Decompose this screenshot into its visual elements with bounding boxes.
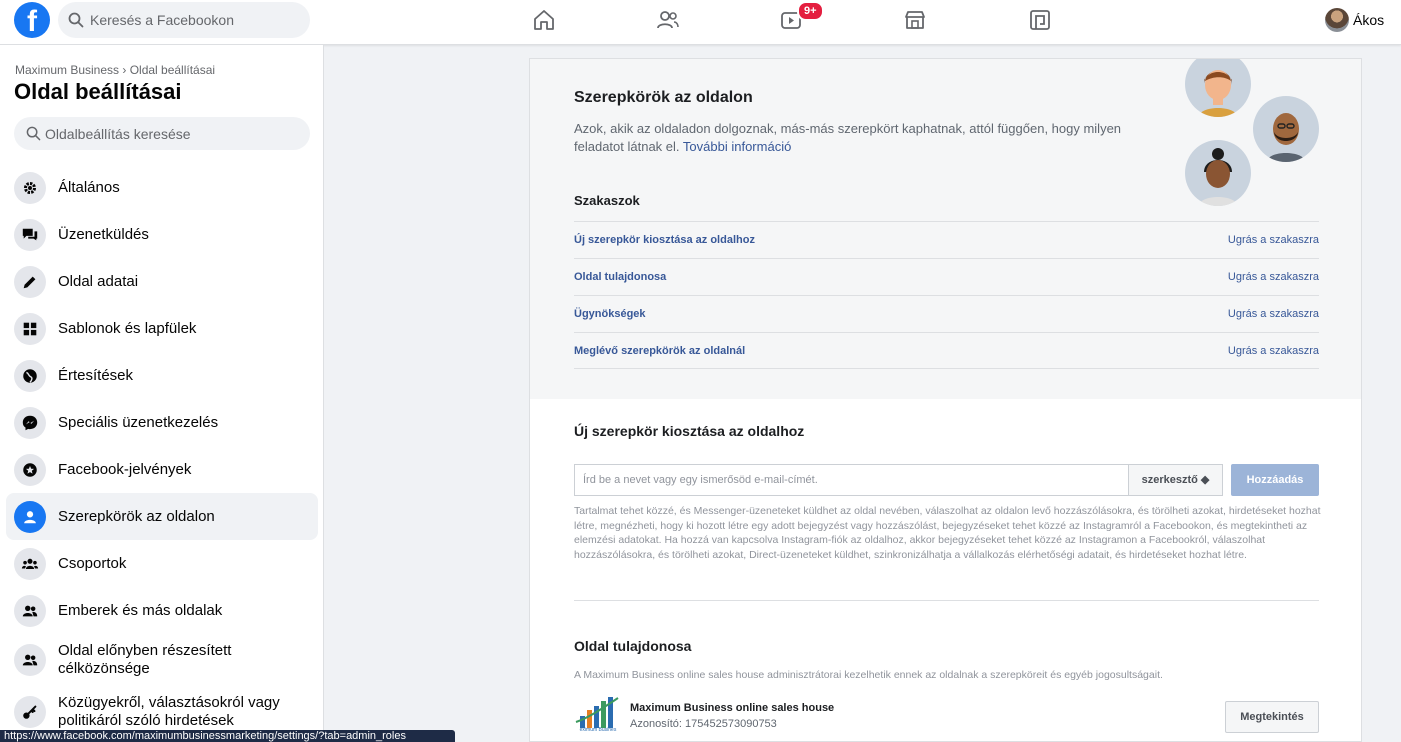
sidebar-item-label: Sablonok és lapfülek — [58, 319, 197, 337]
settings-sidebar: Maximum Business › Oldal beállításai Old… — [0, 45, 324, 742]
avatar — [1325, 8, 1349, 32]
sidebar-item-preferred-audience[interactable]: Oldal előnyben részesített célközönsége — [6, 634, 318, 686]
sidebar-item-label: Csoportok — [58, 554, 127, 572]
sidebar-item-messaging[interactable]: Üzenetküldés — [6, 211, 318, 258]
profile-button[interactable]: Ákos — [1325, 8, 1384, 32]
sidebar-item-label: Általános — [58, 178, 120, 196]
owner-name[interactable]: Maximum Business online sales house — [630, 702, 834, 714]
person-icon — [14, 500, 46, 533]
business-logo[interactable]: eximum Busines — [574, 692, 622, 736]
more-info-link[interactable]: További információ — [683, 139, 791, 154]
sidebar-item-label: Speciális üzenetkezelés — [58, 413, 219, 431]
status-bar-url: https://www.facebook.com/maximumbusiness… — [0, 730, 455, 742]
role-description-text: Tartalmat tehet közzé, és Messenger-üzen… — [574, 505, 1321, 561]
marketplace-icon[interactable] — [903, 8, 927, 32]
user-name: Ákos — [1353, 12, 1385, 28]
roles-description-text: Azok, akik az oldaladon dolgoznak, más-m… — [574, 121, 1122, 154]
section-row: Ügynökségek Ugrás a szakaszra — [574, 295, 1319, 332]
roles-header: Szerepkörök az oldalon Azok, akik az old… — [530, 59, 1361, 399]
view-owner-button[interactable]: Megtekintés — [1225, 701, 1319, 733]
gaming-icon[interactable] — [1028, 8, 1052, 32]
sections-title: Szakaszok — [574, 193, 640, 208]
group-icon — [14, 547, 46, 580]
settings-menu: Általános Üzenetküldés Oldal adatai Sabl… — [6, 164, 318, 738]
people-icon — [14, 594, 46, 627]
key-icon — [14, 696, 46, 728]
section-link[interactable]: Ügynökségek — [574, 308, 646, 320]
sidebar-item-people-pages[interactable]: Emberek és más oldalak — [6, 587, 318, 634]
sidebar-item-badges[interactable]: Facebook-jelvények — [6, 446, 318, 493]
sidebar-item-label: Értesítések — [58, 366, 134, 384]
assign-role-title: Új szerepkör kiosztása az oldalhoz — [574, 423, 805, 439]
role-name-input[interactable]: Írd be a nevet vagy egy ismerősöd e-mail… — [574, 464, 1129, 496]
jump-to-section-link[interactable]: Ugrás a szakaszra — [1228, 234, 1319, 246]
sidebar-item-templates[interactable]: Sablonok és lapfülek — [6, 305, 318, 352]
home-icon[interactable] — [532, 8, 556, 32]
role-select[interactable]: szerkesztő ◆ — [1128, 464, 1223, 496]
business-logo-caption: eximum Busines — [579, 727, 617, 733]
sidebar-item-label: Szerepkörök az oldalon — [58, 507, 215, 525]
section-link[interactable]: Meglévő szerepkörök az oldalnál — [574, 345, 745, 357]
jump-to-section-link[interactable]: Ugrás a szakaszra — [1228, 345, 1319, 357]
breadcrumb[interactable]: Maximum Business › Oldal beállításai — [15, 63, 215, 77]
search-icon — [26, 126, 41, 141]
settings-search-input[interactable]: Oldalbeállítás keresése — [14, 117, 310, 150]
add-role-button[interactable]: Hozzáadás — [1231, 464, 1319, 496]
roles-title: Szerepkörök az oldalon — [574, 89, 753, 106]
page-owner-description: A Maximum Business online sales house ad… — [574, 669, 1163, 681]
sidebar-item-page-roles[interactable]: Szerepkörök az oldalon — [6, 493, 318, 540]
sidebar-item-groups[interactable]: Csoportok — [6, 540, 318, 587]
roles-description: Azok, akik az oldaladon dolgoznak, más-m… — [574, 120, 1134, 156]
messenger-icon — [14, 406, 46, 439]
settings-search-placeholder: Oldalbeállítás keresése — [45, 125, 191, 142]
sidebar-item-label: Üzenetküldés — [58, 225, 149, 243]
page-title: Oldal beállításai — [14, 79, 182, 104]
owner-id: Azonosító: 175452573090753 — [630, 718, 777, 730]
sidebar-item-notifications[interactable]: Értesítések — [6, 352, 318, 399]
section-row: Új szerepkör kiosztása az oldalhoz Ugrás… — [574, 221, 1319, 258]
sidebar-item-advanced-messaging[interactable]: Speciális üzenetkezelés — [6, 399, 318, 446]
globe-icon — [14, 359, 46, 392]
face-illustration-3 — [1185, 140, 1251, 206]
sidebar-item-label: Oldal előnyben részesített célközönsége — [58, 642, 232, 677]
section-divider — [574, 600, 1319, 601]
jump-to-section-link[interactable]: Ugrás a szakaszra — [1228, 308, 1319, 320]
watch-badge: 9+ — [797, 1, 824, 21]
section-link[interactable]: Oldal tulajdonosa — [574, 271, 666, 283]
grid-icon — [14, 312, 46, 345]
sidebar-item-general[interactable]: Általános — [6, 164, 318, 211]
search-placeholder: Keresés a Facebookon — [90, 12, 234, 28]
face-illustration-2 — [1253, 96, 1319, 162]
pencil-icon — [14, 265, 46, 298]
section-row: Meglévő szerepkörök az oldalnál Ugrás a … — [574, 332, 1319, 369]
section-link[interactable]: Új szerepkör kiosztása az oldalhoz — [574, 234, 755, 246]
facebook-logo[interactable]: f — [14, 2, 50, 38]
top-bar: f Keresés a Facebookon 9+ Ákos — [0, 0, 1401, 45]
section-row: Oldal tulajdonosa Ugrás a szakaszra — [574, 258, 1319, 295]
sidebar-item-label: Közügyekről, választásokról vagy politik… — [58, 694, 280, 729]
face-illustration-1 — [1185, 59, 1251, 117]
audience-icon — [14, 644, 46, 676]
page-owner-title: Oldal tulajdonosa — [574, 638, 692, 654]
sections-list: Új szerepkör kiosztása az oldalhoz Ugrás… — [574, 221, 1319, 369]
friends-icon[interactable] — [656, 8, 680, 32]
jump-to-section-link[interactable]: Ugrás a szakaszra — [1228, 271, 1319, 283]
chat-icon — [14, 218, 46, 251]
sidebar-item-label: Facebook-jelvények — [58, 460, 192, 478]
star-badge-icon — [14, 453, 46, 486]
sidebar-item-page-info[interactable]: Oldal adatai — [6, 258, 318, 305]
facebook-search[interactable]: Keresés a Facebookon — [58, 2, 310, 38]
page-roles-panel: Szerepkörök az oldalon Azok, akik az old… — [529, 58, 1362, 742]
sidebar-item-label: Emberek és más oldalak — [58, 601, 223, 619]
search-icon — [68, 12, 84, 28]
gear-icon — [14, 171, 46, 204]
sidebar-item-label: Oldal adatai — [58, 272, 139, 290]
